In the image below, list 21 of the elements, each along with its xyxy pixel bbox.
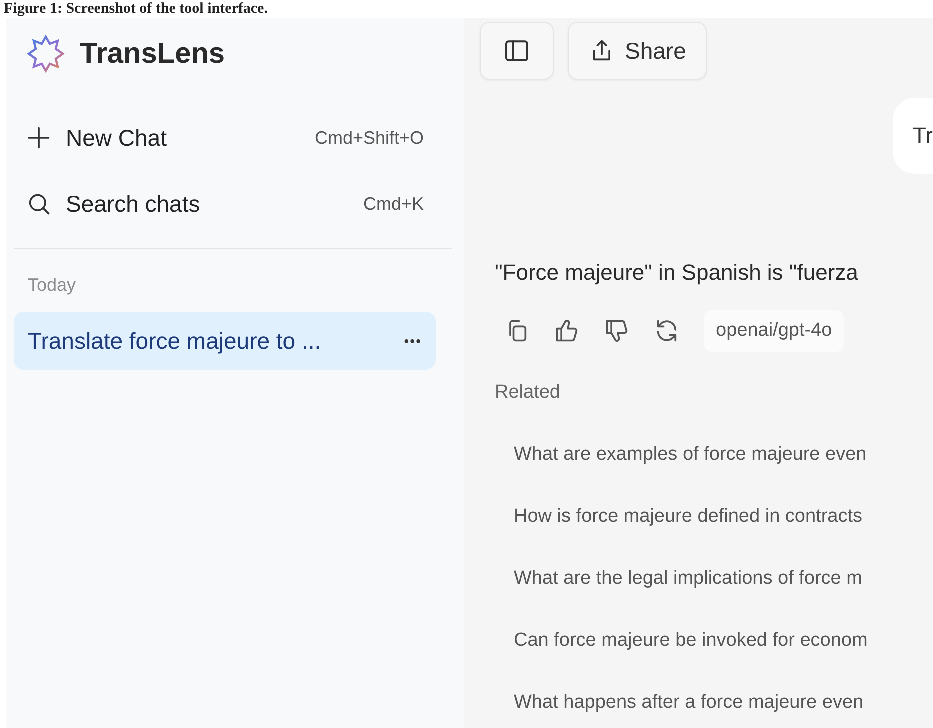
plus-icon bbox=[26, 125, 52, 151]
figure-caption: Figure 1: Screenshot of the tool interface. bbox=[3, 0, 269, 18]
sidebar-toggle-button[interactable] bbox=[480, 22, 554, 80]
related-question[interactable]: How is force majeure defined in contracts bbox=[504, 486, 933, 548]
related-question[interactable]: Can force majeure be invoked for econom bbox=[504, 610, 933, 672]
related-question[interactable]: What are examples of force majeure even bbox=[504, 424, 933, 486]
assistant-reply: "Force majeure" in Spanish is "fuerza bbox=[495, 260, 860, 286]
user-message: Tr bbox=[893, 98, 933, 174]
model-tag: openai/gpt-4o bbox=[704, 310, 844, 352]
related-question[interactable]: What happens after a force majeure even bbox=[504, 672, 933, 728]
thumbs-up-icon bbox=[554, 318, 580, 344]
new-chat-button[interactable]: New Chat Cmd+Shift+O bbox=[14, 114, 444, 162]
app-name: TransLens bbox=[80, 38, 226, 70]
search-chats-button[interactable]: Search chats Cmd+K bbox=[14, 180, 444, 228]
related-heading: Related bbox=[495, 382, 562, 404]
related-question[interactable]: What are the legal implications of force m bbox=[504, 548, 933, 610]
share-button[interactable]: Share bbox=[568, 22, 708, 80]
section-label: Today bbox=[27, 275, 78, 296]
chat-item[interactable]: Translate force majeure to ... ••• bbox=[14, 312, 436, 370]
logo-icon bbox=[26, 34, 66, 74]
thumbs-down-icon bbox=[604, 318, 630, 344]
